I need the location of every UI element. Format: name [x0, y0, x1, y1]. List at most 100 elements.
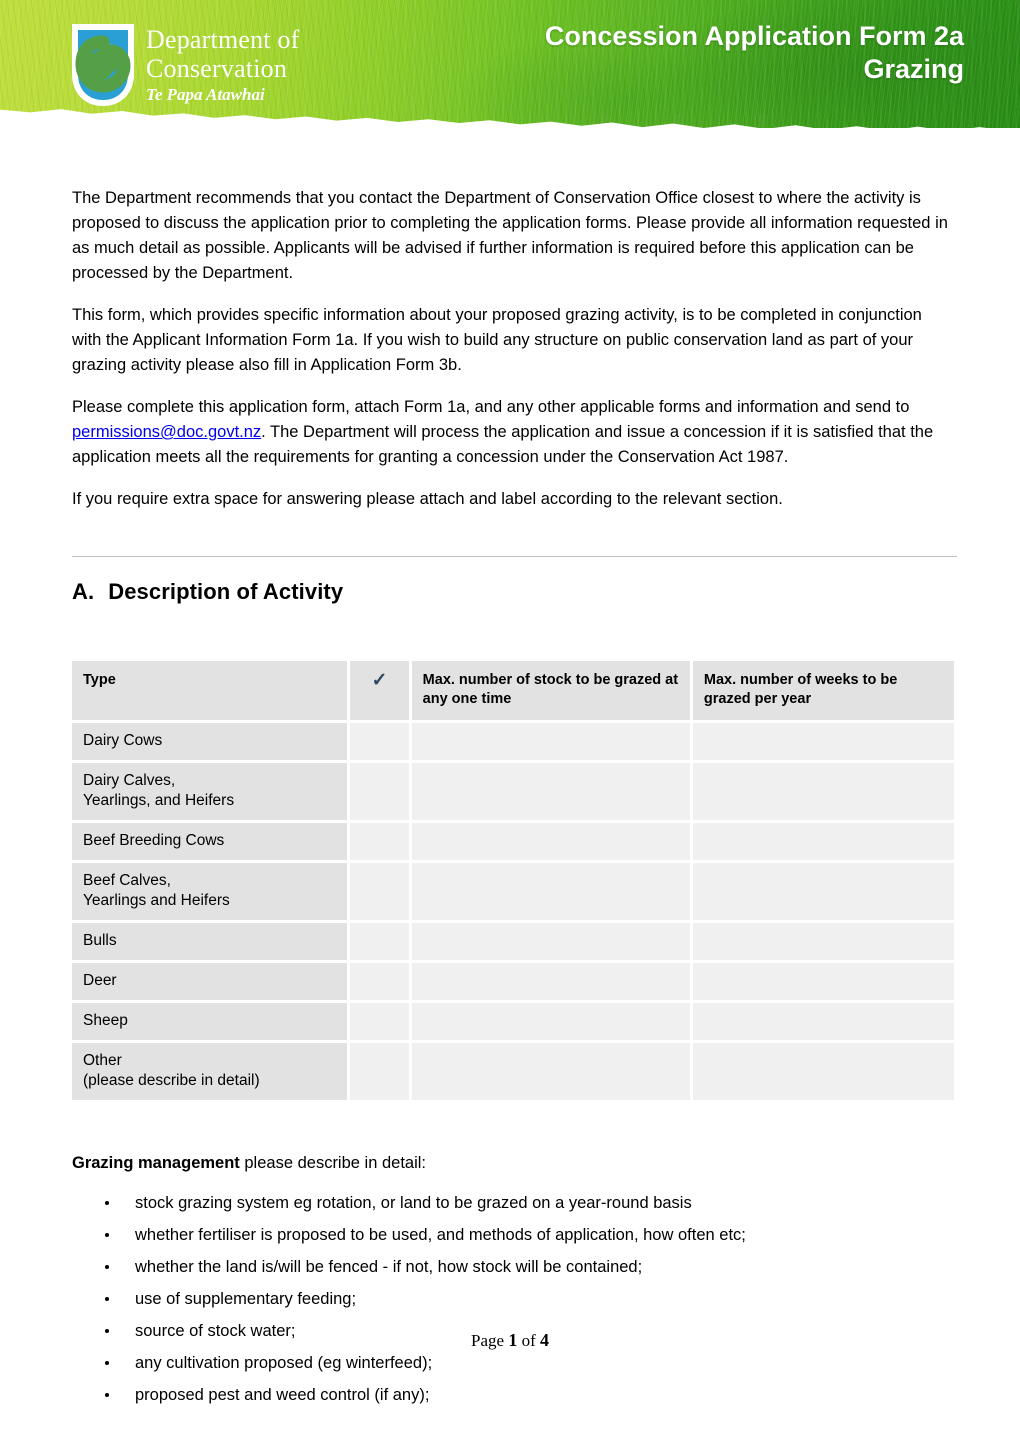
- stock-type-line1: Beef Breeding Cows: [83, 832, 225, 849]
- stock-type-line1: Deer: [83, 972, 117, 989]
- footer-total-pages: 4: [539, 1330, 549, 1350]
- input-cell-stock[interactable]: [411, 923, 690, 960]
- footer-page-prefix: Page: [471, 1331, 509, 1350]
- intro-paragraph-2: This form, which provides specific infor…: [72, 306, 922, 374]
- page-header-banner: Department of Conservation Te Papa Atawh…: [0, 0, 1020, 140]
- grazing-management-label: Grazing management please describe in de…: [72, 1151, 957, 1175]
- stock-type-line1: Sheep: [83, 1012, 128, 1029]
- footer-page-middle: of: [517, 1331, 540, 1350]
- stock-type-line1: Other: [83, 1052, 122, 1069]
- stock-type-line2: Yearlings, and Heifers: [83, 792, 235, 809]
- section-a-heading: A. Description of Activity: [72, 579, 957, 605]
- form-title-line1: Concession Application Form 2a: [544, 21, 964, 51]
- input-cell-weeks[interactable]: [692, 923, 954, 960]
- bullet-item: whether fertiliser is proposed to be use…: [72, 1224, 957, 1246]
- logo-maori-text: Te Papa Atawhai: [146, 85, 265, 104]
- input-cell-weeks[interactable]: [692, 723, 954, 760]
- form-title: Concession Application Form 2a Grazing: [545, 20, 964, 86]
- section-a-letter: A.: [72, 579, 95, 604]
- page-footer: Page 1 of 4: [0, 1330, 1020, 1351]
- table-row: Beef Breeding Cows: [72, 823, 954, 860]
- bullet-dot-icon: [105, 1265, 109, 1269]
- bullet-dot-icon: [105, 1233, 109, 1237]
- footer-page-number: 1: [508, 1330, 518, 1350]
- intro-section: The Department recommends that you conta…: [72, 186, 957, 512]
- bullet-item: use of supplementary feeding;: [72, 1288, 957, 1310]
- bullet-text: use of supplementary feeding;: [135, 1290, 357, 1308]
- header-type: Type: [72, 661, 348, 720]
- bullet-dot-icon: [105, 1393, 109, 1397]
- input-cell-tick[interactable]: [350, 823, 409, 860]
- intro-p3-before-link: Please complete this application form, a…: [72, 398, 910, 416]
- input-cell-tick[interactable]: [350, 723, 409, 760]
- input-cell-tick[interactable]: [350, 863, 409, 920]
- input-cell-weeks[interactable]: [692, 963, 954, 1000]
- stock-type-line2: Yearlings and Heifers: [83, 892, 230, 909]
- stock-type-label: Other (please describe in detail): [72, 1043, 348, 1100]
- input-cell-stock[interactable]: [411, 763, 690, 820]
- stock-type-label: Deer: [72, 963, 348, 1000]
- doc-shield-koru-icon: [72, 24, 134, 106]
- stock-type-label: Bulls: [72, 923, 348, 960]
- bullet-item: proposed pest and weed control (if any);: [72, 1384, 957, 1406]
- header-tick: ✓: [350, 661, 409, 720]
- stock-type-table: Type ✓ Max. number of stock to be grazed…: [69, 658, 957, 1103]
- table-body: Dairy Cows Dairy Calves, Yearlings, and He…: [72, 723, 954, 1100]
- bullet-item: any cultivation proposed (eg winterfeed)…: [72, 1352, 957, 1374]
- permissions-email-link[interactable]: permissions@doc.govt.nz: [72, 423, 261, 441]
- stock-type-label: Dairy Calves, Yearlings, and Heifers: [72, 763, 348, 820]
- input-cell-stock[interactable]: [411, 823, 690, 860]
- table-row: Sheep: [72, 1003, 954, 1040]
- stock-type-line1: Dairy Cows: [83, 732, 163, 749]
- bullet-text: any cultivation proposed (eg winterfeed)…: [135, 1354, 433, 1372]
- bullet-text: whether the land is/will be fenced - if …: [135, 1258, 643, 1276]
- table-row: Beef Calves, Yearlings and Heifers: [72, 863, 954, 920]
- stock-type-line1: Dairy Calves,: [83, 772, 176, 789]
- bullet-text: stock grazing system eg rotation, or lan…: [135, 1194, 692, 1212]
- stock-type-label: Beef Breeding Cows: [72, 823, 348, 860]
- input-cell-tick[interactable]: [350, 1043, 409, 1100]
- stock-type-line2: (please describe in detail): [83, 1072, 260, 1089]
- doc-logo: Department of Conservation Te Papa Atawh…: [72, 24, 299, 106]
- header-max-stock: Max. number of stock to be grazed at any…: [411, 661, 690, 720]
- bullet-item: stock grazing system eg rotation, or lan…: [72, 1192, 957, 1214]
- stock-type-line1: Bulls: [83, 932, 117, 949]
- intro-paragraph-4: If you require extra space for answering…: [72, 490, 783, 508]
- grazing-management-bold: Grazing management: [72, 1154, 240, 1172]
- table-row: Other (please describe in detail): [72, 1043, 954, 1100]
- table-row: Dairy Calves, Yearlings, and Heifers: [72, 763, 954, 820]
- section-divider: [72, 556, 957, 557]
- input-cell-stock[interactable]: [411, 723, 690, 760]
- input-cell-weeks[interactable]: [692, 863, 954, 920]
- input-cell-stock[interactable]: [411, 863, 690, 920]
- input-cell-stock[interactable]: [411, 1043, 690, 1100]
- bullet-text: whether fertiliser is proposed to be use…: [135, 1226, 746, 1244]
- bullet-item: whether the land is/will be fenced - if …: [72, 1256, 957, 1278]
- bullet-text: proposed pest and weed control (if any);: [135, 1386, 430, 1404]
- input-cell-tick[interactable]: [350, 1003, 409, 1040]
- form-title-line2: Grazing: [863, 53, 964, 84]
- input-cell-tick[interactable]: [350, 963, 409, 1000]
- input-cell-weeks[interactable]: [692, 1043, 954, 1100]
- header-max-weeks: Max. number of weeks to be grazed per ye…: [692, 661, 954, 720]
- input-cell-weeks[interactable]: [692, 1003, 954, 1040]
- table-row: Deer: [72, 963, 954, 1000]
- logo-conservation-text: Conservation: [146, 54, 288, 83]
- stock-type-line1: Beef Calves,: [83, 872, 171, 889]
- bullet-dot-icon: [105, 1201, 109, 1205]
- stock-type-label: Beef Calves, Yearlings and Heifers: [72, 863, 348, 920]
- intro-paragraph-1: The Department recommends that you conta…: [72, 189, 948, 282]
- stock-type-label: Sheep: [72, 1003, 348, 1040]
- section-a-title: Description of Activity: [108, 579, 344, 604]
- input-cell-stock[interactable]: [411, 963, 690, 1000]
- checkmark-icon: ✓: [371, 670, 388, 691]
- intro-paragraph-3: Please complete this application form, a…: [72, 395, 952, 470]
- input-cell-weeks[interactable]: [692, 823, 954, 860]
- input-cell-weeks[interactable]: [692, 763, 954, 820]
- input-cell-stock[interactable]: [411, 1003, 690, 1040]
- page-body: The Department recommends that you conta…: [0, 186, 1020, 1406]
- input-cell-tick[interactable]: [350, 923, 409, 960]
- bullet-dot-icon: [105, 1361, 109, 1365]
- input-cell-tick[interactable]: [350, 763, 409, 820]
- bullet-dot-icon: [105, 1297, 109, 1301]
